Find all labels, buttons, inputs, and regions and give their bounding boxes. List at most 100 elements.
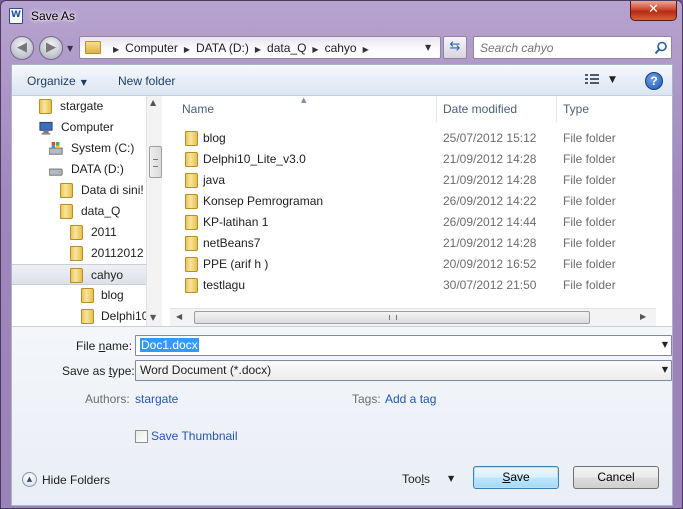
save-button[interactable]: Save — [473, 466, 559, 489]
organize-label: Organize — [27, 74, 76, 88]
breadcrumb-cahyo[interactable]: cahyo — [325, 41, 357, 55]
tree-item-blog[interactable]: blog — [81, 285, 124, 306]
close-button[interactable]: ✕ — [630, 1, 677, 21]
tree-item-data-q[interactable]: data_Q — [60, 201, 120, 222]
file-row[interactable]: KP-latihan 1 26/09/2012 14:44 File folde… — [170, 212, 650, 233]
column-header-type[interactable]: Type — [563, 96, 589, 122]
folder-icon — [60, 204, 74, 219]
tree-item-data-di-sini[interactable]: Data di sini! — [60, 180, 144, 201]
chevron-down-icon[interactable]: ▼ — [662, 340, 668, 349]
tree-item-cahyo[interactable]: cahyo — [12, 264, 152, 285]
computer-icon — [39, 121, 53, 135]
search-input[interactable] — [480, 40, 650, 56]
file-row[interactable]: netBeans7 21/09/2012 14:28 File folder — [170, 233, 650, 254]
breadcrumb-separator-icon[interactable]: ▶ — [363, 45, 369, 54]
recent-pages-dropdown-icon[interactable]: ▼ — [67, 44, 73, 53]
save-thumbnail-checkbox[interactable] — [135, 430, 148, 443]
file-list-horizontal-scrollbar[interactable]: ◀ ▶ — [170, 308, 656, 326]
folder-icon — [70, 246, 84, 261]
window-title: Save As — [31, 9, 76, 23]
save-thumbnail-label[interactable]: Save Thumbnail — [151, 429, 238, 443]
file-row[interactable]: PPE (arif h ) 20/09/2012 16:52 File fold… — [170, 254, 650, 275]
navigation-pane[interactable]: stargate Computer System (C:) DATA (D:) … — [11, 96, 162, 326]
organize-button[interactable]: Organize ▼ — [27, 74, 87, 88]
file-row[interactable]: java 21/09/2012 14:28 File folder — [170, 170, 650, 191]
tree-item-delphi10[interactable]: Delphi10 — [81, 306, 148, 326]
folder-icon — [81, 288, 95, 303]
breadcrumb-data-drive[interactable]: DATA (D:) — [196, 41, 249, 55]
title-bar[interactable]: Save As ✕ — [1, 1, 682, 31]
cancel-button[interactable]: Cancel — [573, 466, 659, 489]
view-options-icon[interactable] — [585, 74, 599, 87]
folder-icon — [185, 131, 198, 146]
folder-icon — [185, 278, 198, 293]
save-options-panel: File name: Doc1.docx ▼ Save as type: Wor… — [11, 326, 673, 506]
column-header-name[interactable]: Name — [182, 96, 214, 122]
browser-content: stargate Computer System (C:) DATA (D:) … — [11, 96, 673, 326]
tree-item-data-drive[interactable]: DATA (D:) — [49, 159, 124, 180]
scroll-up-icon[interactable]: ▲ — [150, 98, 156, 107]
tree-item-stargate[interactable]: stargate — [39, 96, 103, 117]
breadcrumb-separator-icon[interactable]: ▶ — [255, 45, 261, 54]
tools-button[interactable]: Tools — [402, 472, 430, 486]
folder-icon — [85, 41, 101, 54]
authors-value[interactable]: stargate — [135, 392, 178, 406]
drive-icon — [49, 168, 63, 176]
chevron-down-icon[interactable]: ▼ — [448, 474, 454, 483]
scrollbar-thumb[interactable] — [149, 146, 162, 178]
breadcrumb-separator-icon[interactable]: ▶ — [312, 45, 318, 54]
command-toolbar: Organize ▼ New folder ▼ ? — [11, 64, 673, 96]
scrollbar-thumb[interactable] — [194, 311, 590, 324]
folder-icon — [81, 309, 95, 324]
nav-pane-scrollbar[interactable]: ▲ ▼ — [146, 96, 162, 326]
tree-item-2011[interactable]: 2011 — [70, 222, 117, 243]
user-folder-icon — [39, 99, 53, 114]
refresh-button[interactable]: ⇆ — [443, 36, 467, 59]
navigation-bar: ◀ ▶ ▼ ▶ Computer ▶ DATA (D:) ▶ data_Q ▶ cahyo ▶ … — [1, 31, 682, 63]
tree-item-computer[interactable]: Computer — [39, 117, 114, 138]
help-icon[interactable]: ? — [645, 72, 663, 90]
address-dropdown-icon[interactable]: ▼ — [425, 43, 431, 52]
refresh-icon: ⇆ — [449, 39, 461, 54]
breadcrumb: ▶ Computer ▶ DATA (D:) ▶ data_Q ▶ cahyo ▶ — [107, 41, 375, 55]
folder-icon — [185, 194, 198, 209]
column-divider[interactable] — [556, 96, 557, 122]
new-folder-button[interactable]: New folder — [118, 74, 175, 88]
search-box[interactable] — [473, 36, 672, 59]
folder-icon — [185, 236, 198, 251]
breadcrumb-data-q[interactable]: data_Q — [267, 41, 306, 55]
tree-item-20112012[interactable]: 20112012 k — [70, 243, 153, 264]
file-row[interactable]: testlagu 30/07/2012 21:50 File folder — [170, 275, 650, 296]
file-row[interactable]: Delphi10_Lite_v3.0 21/09/2012 14:28 File… — [170, 149, 650, 170]
file-name-field[interactable]: Doc1.docx ▼ — [135, 335, 672, 356]
file-list: ▲ Name Date modified Type blog 25/07/201… — [170, 96, 673, 326]
collapse-icon[interactable]: ▲ — [22, 472, 37, 487]
scroll-left-icon[interactable]: ◀ — [176, 312, 182, 321]
folder-icon — [185, 152, 198, 167]
save-as-type-select[interactable]: Word Document (*.docx) ▼ — [135, 360, 672, 381]
back-button[interactable]: ◀ — [10, 36, 34, 60]
tags-label: Tags: — [352, 392, 381, 406]
tags-value[interactable]: Add a tag — [385, 392, 436, 406]
file-name-input[interactable]: Doc1.docx — [140, 338, 199, 353]
file-row[interactable]: Konsep Pemrograman 26/09/2012 14:22 File… — [170, 191, 650, 212]
hide-folders-button[interactable]: Hide Folders — [42, 473, 110, 487]
pane-splitter[interactable] — [162, 96, 170, 326]
folder-icon — [185, 215, 198, 230]
sort-ascending-icon: ▲ — [301, 96, 307, 104]
scroll-right-icon[interactable]: ▶ — [640, 312, 646, 321]
forward-button[interactable]: ▶ — [39, 36, 63, 60]
scroll-down-icon[interactable]: ▼ — [150, 313, 156, 322]
folder-icon — [70, 225, 84, 240]
breadcrumb-separator-icon[interactable]: ▶ — [184, 45, 190, 54]
view-dropdown-icon[interactable]: ▼ — [609, 75, 616, 85]
tree-item-system-drive[interactable]: System (C:) — [49, 138, 134, 159]
chevron-down-icon[interactable]: ▼ — [662, 365, 668, 374]
column-header-date-modified[interactable]: Date modified — [443, 96, 517, 122]
address-bar[interactable]: ▶ Computer ▶ DATA (D:) ▶ data_Q ▶ cahyo ▶ ▼ — [79, 36, 441, 59]
search-icon[interactable] — [654, 41, 668, 55]
breadcrumb-computer[interactable]: Computer — [125, 41, 178, 55]
file-row[interactable]: blog 25/07/2012 15:12 File folder — [170, 128, 650, 149]
breadcrumb-separator-icon[interactable]: ▶ — [113, 45, 119, 54]
column-divider[interactable] — [436, 96, 437, 122]
